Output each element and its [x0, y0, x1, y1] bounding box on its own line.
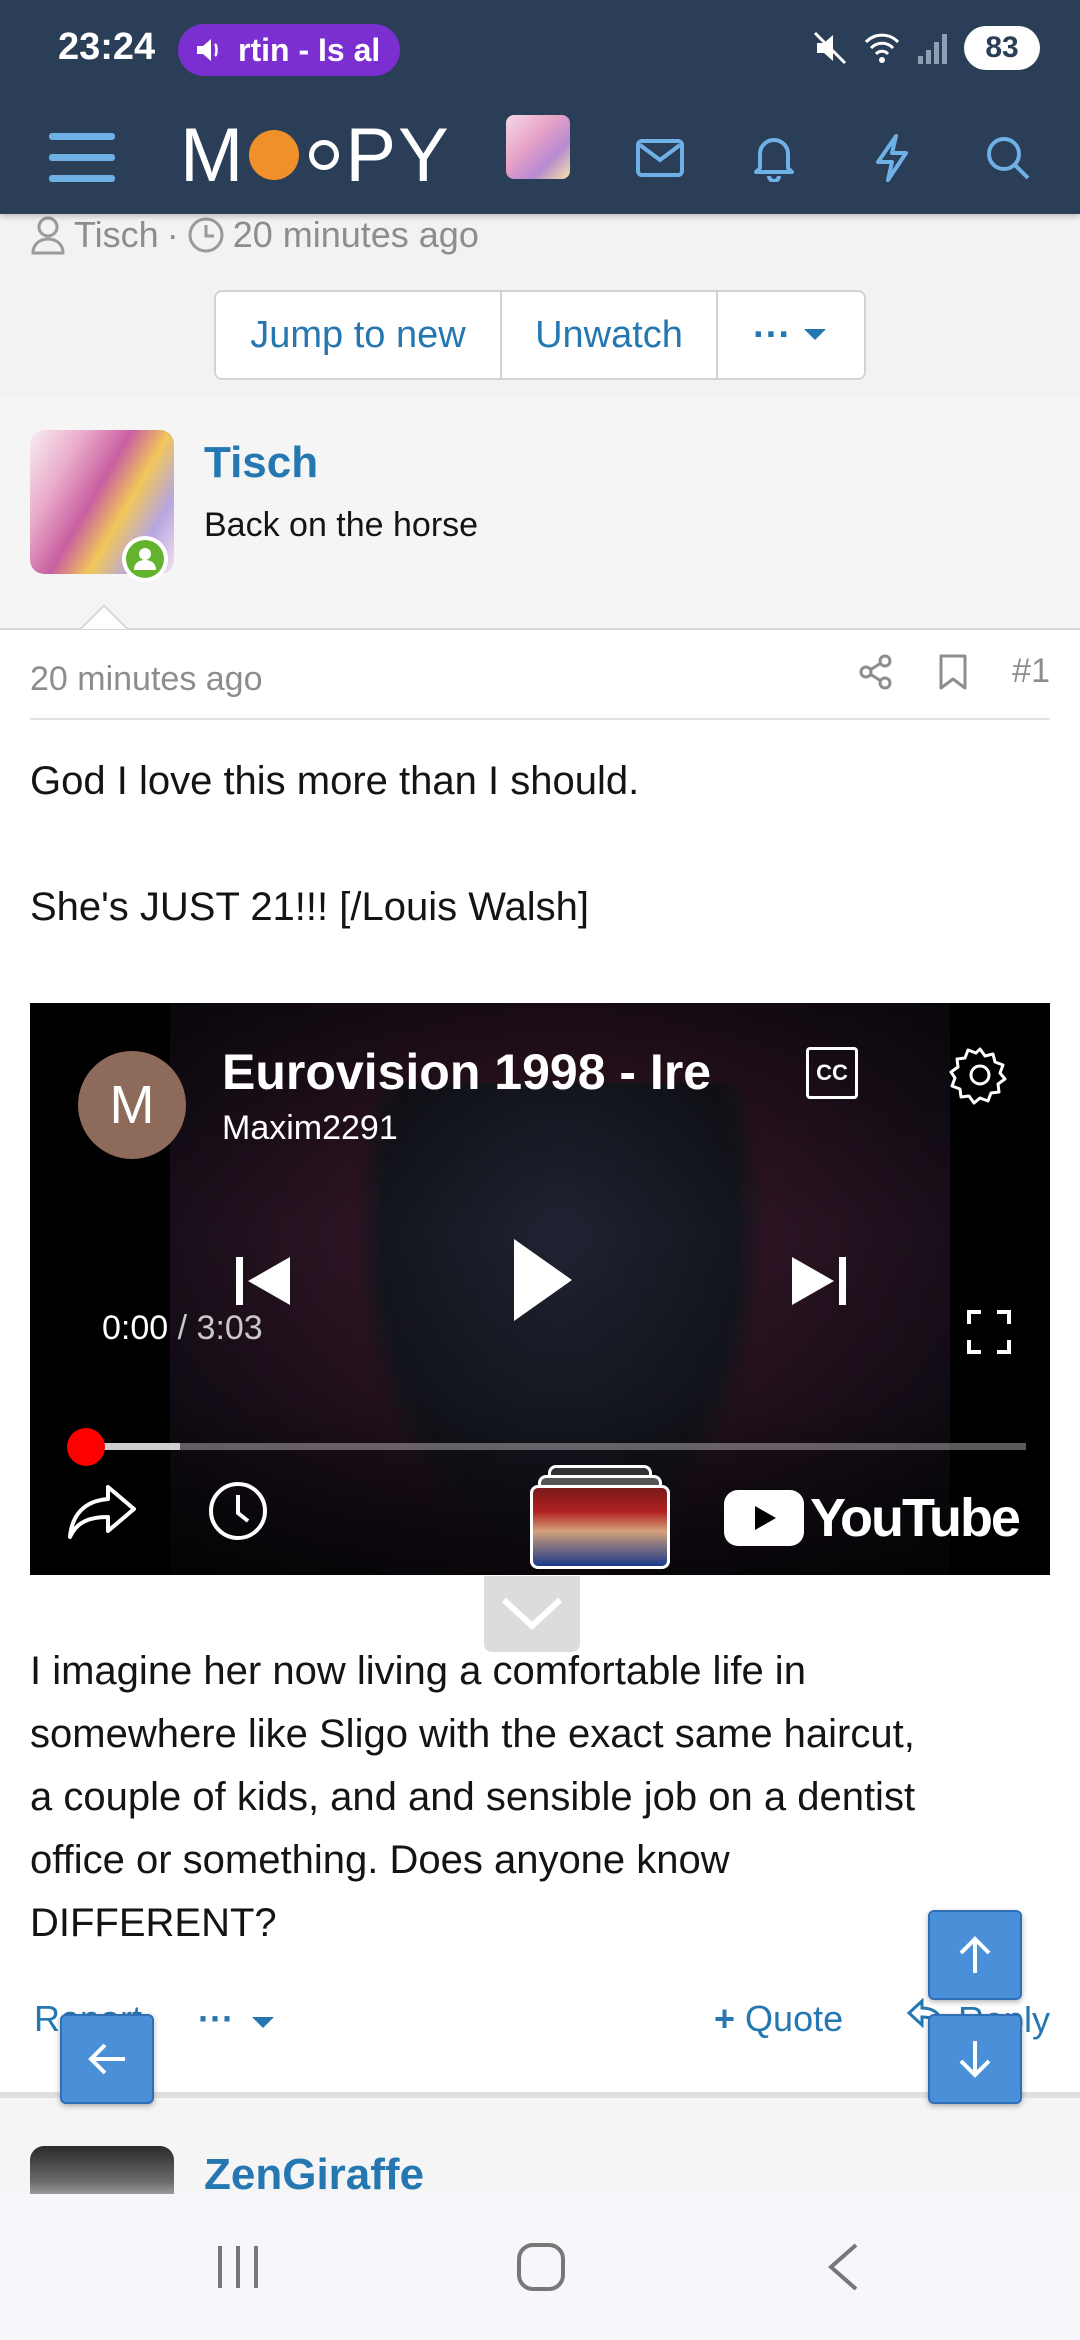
- post-time[interactable]: 20 minutes ago: [30, 660, 263, 699]
- post-text-line: I imagine her now living a comfortable l…: [30, 1649, 806, 1693]
- menu-icon[interactable]: [42, 118, 122, 198]
- current-time: 0:00: [102, 1309, 169, 1347]
- time-separator: /: [177, 1309, 188, 1347]
- unwatch-button[interactable]: Unwatch: [502, 292, 718, 378]
- logo-text-right: PY: [345, 112, 451, 198]
- plus-icon: +: [714, 1998, 736, 2039]
- previous-track-icon[interactable]: [234, 1253, 294, 1309]
- post-text-line: DIFFERENT?: [30, 1901, 277, 1945]
- speaker-icon: [197, 39, 218, 61]
- video-title[interactable]: Eurovision 1998 - Ire: [222, 1043, 742, 1101]
- mail-icon[interactable]: [620, 118, 700, 198]
- arrow-up-icon: [959, 1936, 991, 1973]
- post-footer: Report ··· + Quote Reply: [30, 1997, 1050, 2048]
- online-status-icon: [122, 536, 168, 582]
- post-text-line: somewhere like Sligo with the exact same…: [30, 1712, 915, 1756]
- post-author[interactable]: ZenGiraffe: [204, 2150, 424, 2200]
- share-icon[interactable]: [858, 654, 894, 690]
- bell-icon[interactable]: [734, 118, 814, 198]
- share-arrow-icon[interactable]: [66, 1481, 138, 1541]
- post-divider: [30, 718, 1050, 720]
- quote-label: Quote: [745, 1998, 844, 2039]
- more-dots: ···: [198, 1998, 234, 2039]
- post-pointer: [80, 604, 128, 629]
- forum-avatar[interactable]: [506, 115, 570, 179]
- channel-avatar[interactable]: M: [78, 1051, 186, 1159]
- quote-button[interactable]: + Quote: [714, 1998, 843, 2040]
- user-icon: [31, 216, 65, 255]
- thread-more-button[interactable]: ···: [718, 292, 864, 378]
- watch-later-icon[interactable]: [206, 1479, 270, 1543]
- scroll-bottom-button[interactable]: [928, 2014, 1022, 2104]
- app-header: 23:24 rtin - Is al 83 M PY: [0, 0, 1080, 214]
- thread-header: Tisch · 20 minutes ago Jump to new Unwat…: [0, 214, 1080, 400]
- clock-icon: [188, 217, 224, 253]
- status-bar: 23:24 rtin - Is al 83: [0, 0, 1080, 100]
- logo-orange-dot: [249, 130, 300, 180]
- video-progress-bar[interactable]: [86, 1443, 1026, 1450]
- author-title: Back on the horse: [204, 506, 479, 544]
- meta-separator: ·: [166, 214, 179, 255]
- post-author[interactable]: Tisch: [204, 438, 318, 488]
- previous-page-button[interactable]: [60, 2014, 154, 2104]
- youtube-wordmark: YouTube: [810, 1488, 1021, 1548]
- post-text-line: a couple of kids, and and sensible job o…: [30, 1775, 916, 1819]
- system-navigation-bar: [0, 2194, 1080, 2340]
- arrow-left-icon: [88, 2043, 125, 2075]
- chevron-down-icon: [803, 329, 826, 340]
- scroll-top-button[interactable]: [928, 1910, 1022, 2000]
- video-time: 0:00 / 3:03: [102, 1309, 263, 1348]
- post-header-actions: #1: [858, 652, 1050, 691]
- mute-icon: [813, 31, 847, 65]
- bookmark-icon[interactable]: [938, 653, 968, 691]
- next-track-icon[interactable]: [788, 1253, 848, 1309]
- fullscreen-icon[interactable]: [966, 1309, 1012, 1355]
- youtube-embed[interactable]: M Eurovision 1998 - Ire Maxim2291 CC 0:0…: [30, 1003, 1050, 1575]
- captions-button[interactable]: CC: [806, 1047, 858, 1099]
- arrow-down-icon: [959, 2041, 991, 2078]
- thread-started-time[interactable]: 20 minutes ago: [233, 214, 479, 256]
- post-more-button[interactable]: ···: [198, 1998, 276, 2040]
- video-channel[interactable]: Maxim2291: [222, 1109, 398, 1148]
- home-icon[interactable]: [516, 2242, 566, 2292]
- recent-apps-icon[interactable]: [214, 2244, 262, 2290]
- post-text-line: office or something. Does anyone know: [30, 1838, 730, 1882]
- post-text-line: God I love this more than I should.: [30, 759, 640, 803]
- media-playing-pill[interactable]: rtin - Is al: [178, 24, 400, 76]
- next-post-header: ZenGiraffe: [0, 2098, 1080, 2206]
- back-icon[interactable]: [826, 2242, 860, 2292]
- thread-starter[interactable]: Tisch: [74, 214, 159, 256]
- post-user-block: Tisch Back on the horse: [0, 398, 1080, 630]
- logo-text-left: M: [180, 112, 246, 198]
- post-number[interactable]: #1: [1012, 652, 1050, 691]
- thread-actions: Jump to new Unwatch ···: [214, 290, 866, 380]
- youtube-play-icon: [724, 1490, 804, 1546]
- signal-icon: [918, 34, 947, 64]
- logo-ring: [309, 140, 340, 170]
- search-icon[interactable]: [968, 118, 1048, 198]
- chevron-down-icon: [501, 1597, 563, 1631]
- media-title: rtin - Is al: [238, 31, 381, 68]
- status-time: 23:24: [58, 26, 156, 68]
- settings-gear-icon[interactable]: [948, 1043, 1012, 1107]
- jump-to-new-button[interactable]: Jump to new: [216, 292, 502, 378]
- wifi-icon: [864, 33, 900, 63]
- battery-level: 83: [964, 26, 1040, 70]
- video-duration: 3:03: [196, 1309, 263, 1347]
- play-icon[interactable]: [510, 1235, 576, 1325]
- more-dots: ···: [753, 313, 791, 356]
- scrubber-handle[interactable]: [67, 1428, 105, 1466]
- thread-meta: Tisch · 20 minutes ago: [30, 214, 479, 256]
- post-text-paragraph: I imagine her now living a comfortable l…: [30, 1640, 1050, 1955]
- chevron-down-icon: [251, 2017, 274, 2028]
- site-logo[interactable]: M PY: [180, 110, 451, 200]
- related-videos-thumbnail[interactable]: [530, 1465, 670, 1571]
- post-text-line: She's JUST 21!!! [/Louis Walsh]: [30, 885, 589, 929]
- youtube-logo[interactable]: YouTube: [724, 1487, 1021, 1549]
- lightning-icon[interactable]: [852, 118, 932, 198]
